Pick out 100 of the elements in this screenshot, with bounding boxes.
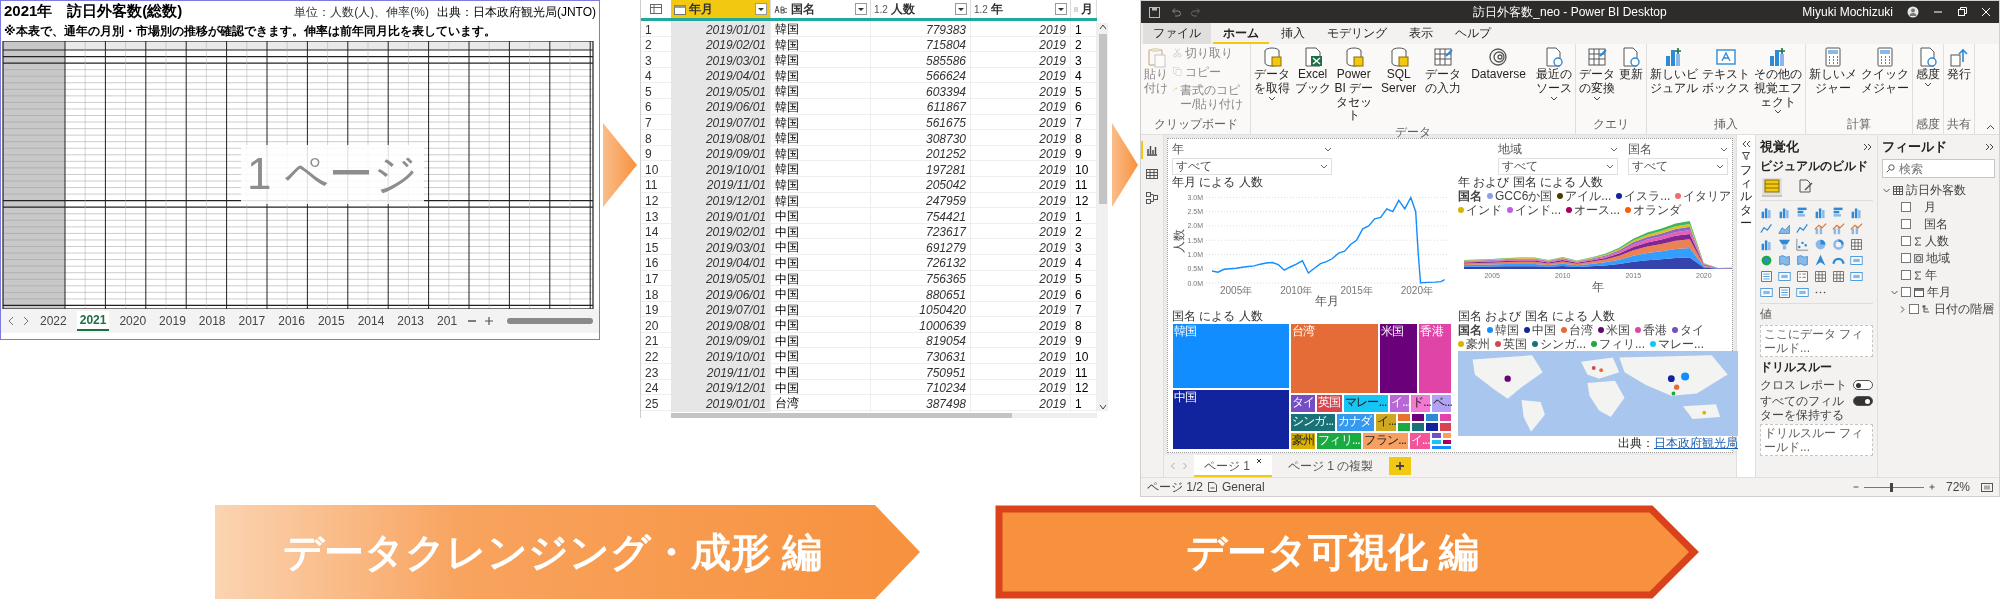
card-icon[interactable]: [1760, 286, 1773, 299]
dropdown-icon[interactable]: [855, 3, 867, 15]
ribbon-button[interactable]: Dataverse: [1464, 46, 1533, 82]
card-icon[interactable]: [1796, 286, 1809, 299]
line-chart-icon[interactable]: [1796, 222, 1809, 235]
page-tab[interactable]: ページ 1: [1194, 455, 1272, 477]
treemap-tile[interactable]: タイ: [1289, 394, 1317, 414]
treemap-tile[interactable]: [1439, 413, 1452, 423]
save-icon[interactable]: [1149, 6, 1160, 18]
treemap-tile[interactable]: 香港: [1418, 323, 1452, 395]
checkbox[interactable]: [1901, 270, 1911, 280]
ribbon-button[interactable]: その他の視覚エフェクト: [1752, 46, 1803, 115]
slicer-dropdown[interactable]: すべて: [1172, 158, 1332, 175]
ribbon-tab[interactable]: 表示: [1399, 23, 1443, 44]
search-field[interactable]: 検索: [1882, 159, 1995, 178]
map-icon[interactable]: [1778, 254, 1791, 267]
field-name[interactable]: 年: [1925, 266, 1937, 284]
treemap-tile[interactable]: [1431, 444, 1452, 450]
field-name[interactable]: 年月: [1927, 283, 1951, 301]
field-name[interactable]: 訪日外客数: [1906, 181, 1966, 199]
ribbon-tab[interactable]: 挿入: [1271, 23, 1315, 44]
maximize-icon[interactable]: [1957, 7, 1967, 17]
column-header[interactable]: 1.2 年: [971, 0, 1071, 18]
sheet-tab[interactable]: 2020: [116, 312, 150, 330]
treemap-tile[interactable]: [1411, 422, 1426, 433]
ribbon-button[interactable]: クイックメジャー: [1859, 46, 1910, 96]
checkbox[interactable]: [1901, 219, 1911, 229]
redo-icon[interactable]: [1191, 6, 1202, 18]
table-icon[interactable]: [1832, 270, 1845, 283]
field-name[interactable]: 月: [1924, 198, 1936, 216]
card-icon[interactable]: [1850, 270, 1863, 283]
filters-pane-label[interactable]: フィルター: [1740, 164, 1752, 230]
ribbon-button[interactable]: データの変換: [1577, 46, 1616, 101]
sheet-tab[interactable]: 2019: [156, 312, 189, 330]
ribbon-button[interactable]: 新しいビジュアル: [1648, 46, 1699, 96]
close-icon[interactable]: [1256, 458, 1262, 464]
expand-icon[interactable]: [1985, 143, 1995, 151]
treemap-tile[interactable]: ベ...: [1431, 394, 1452, 414]
ribbon-button[interactable]: 新しいメジャー: [1807, 46, 1858, 96]
collapse-icon[interactable]: [1986, 124, 1995, 130]
table-icon[interactable]: [1850, 238, 1863, 251]
treemap-tile[interactable]: [1442, 438, 1452, 445]
slicer-dropdown[interactable]: すべて: [1498, 158, 1618, 175]
treemap-tile[interactable]: フラン...: [1362, 432, 1409, 450]
chevron-icon[interactable]: [1324, 147, 1332, 152]
ribbon-button[interactable]: Power BI データセット: [1334, 46, 1374, 124]
treemap-tile[interactable]: 中国: [1172, 389, 1290, 450]
bar-chart-icon[interactable]: [1850, 206, 1863, 219]
list-icon[interactable]: [1778, 286, 1791, 299]
checkbox[interactable]: [1901, 253, 1911, 263]
checkbox[interactable]: [1909, 304, 1919, 314]
treemap-tile[interactable]: [1425, 422, 1440, 433]
table-icon[interactable]: [650, 4, 662, 14]
treemap-tile[interactable]: 米国: [1379, 323, 1419, 395]
table-icon[interactable]: [1814, 270, 1827, 283]
bar-chart-icon[interactable]: [1814, 206, 1827, 219]
chevron-icon[interactable]: [1610, 147, 1618, 152]
undo-icon[interactable]: [1170, 6, 1181, 18]
treemap-tile[interactable]: [1431, 432, 1443, 439]
ribbon-button[interactable]: テキストボックス: [1700, 46, 1751, 96]
ribbon-button[interactable]: データの入力: [1424, 46, 1462, 96]
field-name[interactable]: 日付の階層: [1934, 300, 1994, 318]
ribbon-button[interactable]: Excel ブック: [1293, 46, 1333, 96]
treemap-tile[interactable]: [1397, 413, 1412, 423]
line-chart-icon[interactable]: [1760, 222, 1773, 235]
treemap-tile[interactable]: シンガ...: [1289, 413, 1336, 433]
collapse-icon[interactable]: [1741, 140, 1751, 148]
sheet-tab[interactable]: 201: [434, 312, 461, 330]
dropdown-icon[interactable]: [955, 3, 967, 15]
combo-chart-icon[interactable]: [1814, 222, 1827, 235]
dropdown-icon[interactable]: [755, 3, 767, 15]
combo-chart-icon[interactable]: [1850, 222, 1863, 235]
ribbon-button[interactable]: SQL Server: [1375, 46, 1422, 96]
card-icon[interactable]: [1850, 254, 1863, 267]
bar-chart-icon[interactable]: [1760, 206, 1773, 219]
sheet-tab[interactable]: 2015: [314, 312, 348, 330]
avatar-icon[interactable]: [1907, 6, 1919, 18]
globe-icon[interactable]: [1760, 254, 1773, 267]
sensitivity-label[interactable]: General: [1222, 480, 1265, 494]
ribbon-button[interactable]: データを取得: [1253, 46, 1291, 101]
previous-sheet-icon[interactable]: [7, 316, 15, 326]
sheet-tab[interactable]: 2017: [235, 312, 269, 330]
chevron-icon[interactable]: [1720, 147, 1728, 152]
add-sheet-icon[interactable]: [484, 316, 495, 326]
column-header[interactable]: 1.2 人数: [871, 0, 971, 18]
scrollbar[interactable]: [507, 318, 593, 324]
scroll-up-icon[interactable]: [1097, 23, 1108, 31]
card-icon[interactable]: [1778, 270, 1791, 283]
scrollbar[interactable]: [671, 412, 1097, 418]
sheet-tab[interactable]: 2014: [354, 312, 388, 330]
slicer-dropdown[interactable]: すべて: [1628, 158, 1728, 175]
add-page-button[interactable]: [1389, 457, 1412, 475]
dropdown-icon[interactable]: [1055, 3, 1067, 15]
treemap-tile[interactable]: ド...: [1410, 394, 1431, 414]
column-header[interactable]: 年月: [671, 0, 771, 18]
combo-chart-icon[interactable]: [1832, 222, 1845, 235]
ribbon-tab[interactable]: モデリング: [1317, 23, 1397, 44]
drop-zone[interactable]: ここにデータ フィールド...: [1760, 325, 1873, 357]
treemap-tile[interactable]: [1431, 438, 1443, 445]
field-name[interactable]: 人数: [1925, 232, 1949, 250]
